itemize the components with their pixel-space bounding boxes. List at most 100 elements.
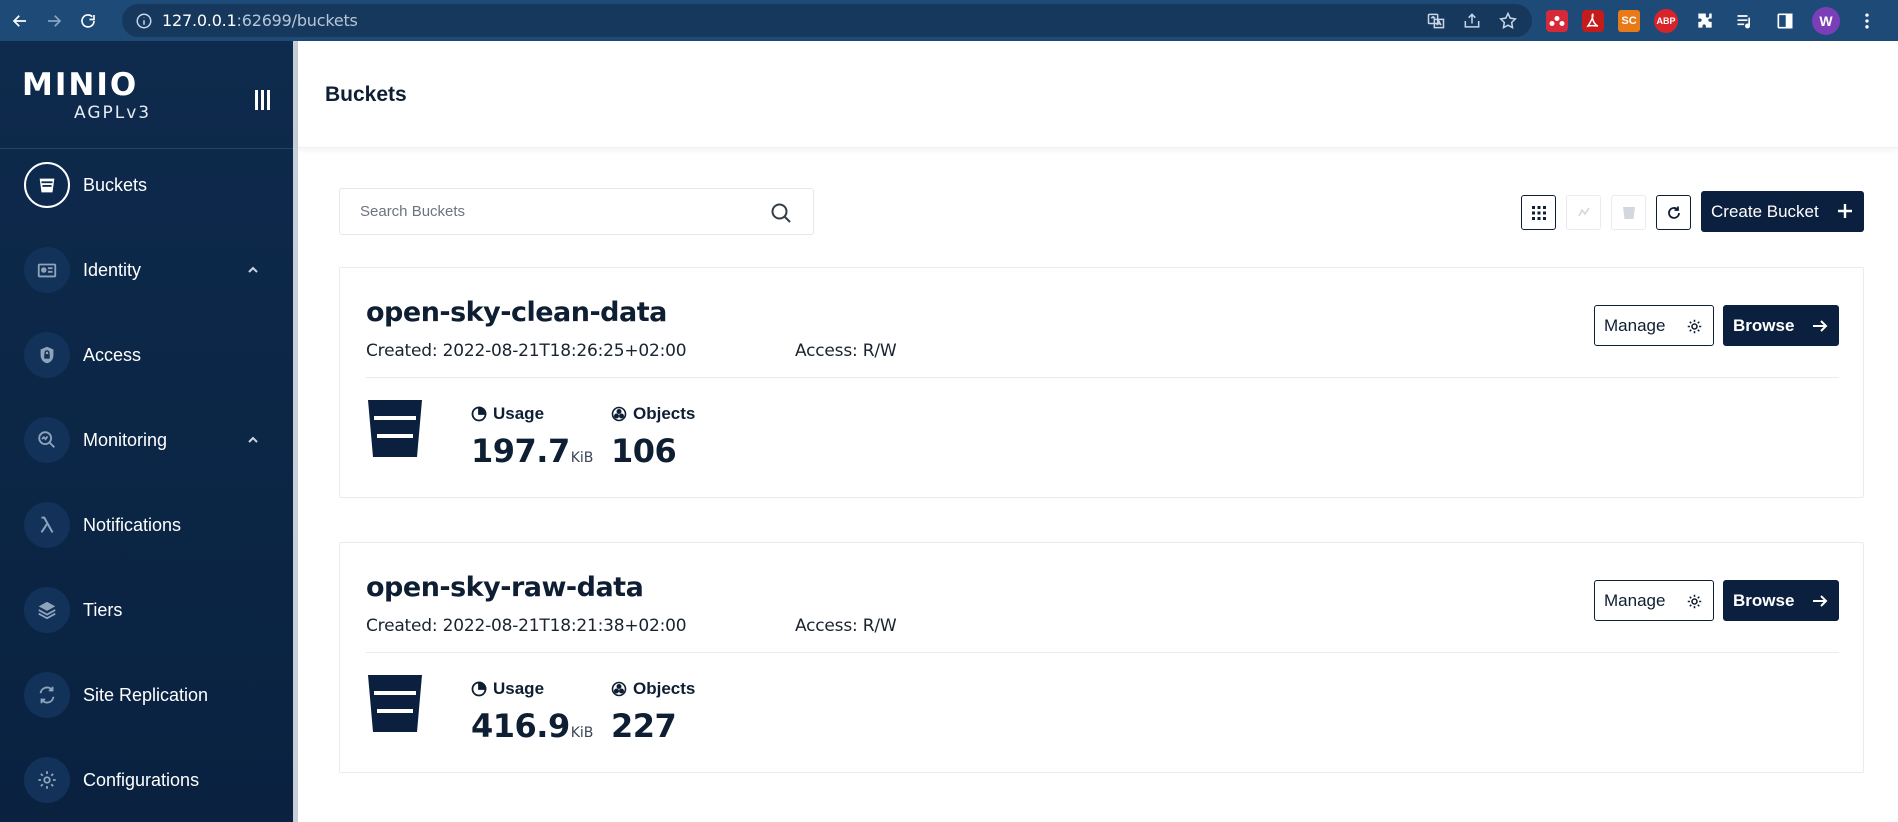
- bucket-icon: [368, 675, 422, 732]
- manage-label: Manage: [1604, 590, 1666, 610]
- reload-icon: [81, 13, 95, 28]
- arrow-left-icon: [12, 14, 26, 27]
- chevron-up-icon[interactable]: [246, 263, 260, 277]
- profile-avatar[interactable]: W: [1812, 7, 1840, 35]
- create-bucket-label: Create Bucket: [1711, 201, 1819, 221]
- card-divider: [366, 652, 1839, 653]
- mendeley-icon[interactable]: [1546, 10, 1568, 32]
- back-button[interactable]: [6, 7, 34, 35]
- usage-label: Usage: [493, 679, 545, 698]
- sidebar-item-site-replication[interactable]: Site Replication: [0, 665, 293, 725]
- layers-icon: [24, 587, 70, 633]
- usage-header: Usage: [471, 404, 593, 424]
- objects-value: 106: [611, 432, 677, 470]
- sidebar-item-monitoring[interactable]: Monitoring: [0, 410, 293, 470]
- extensions-area: SC ABP W: [1546, 7, 1880, 35]
- page-header: Buckets: [298, 41, 1898, 148]
- kebab-menu-icon[interactable]: [1854, 8, 1880, 34]
- sidebar-divider: [0, 148, 293, 149]
- identity-icon: [24, 247, 70, 293]
- grid-icon: [1531, 205, 1546, 220]
- select-multiple-button[interactable]: [1521, 195, 1556, 230]
- site-info-icon[interactable]: [134, 11, 154, 31]
- url-host: 127.0.0.1: [162, 11, 237, 30]
- collapse-bars-icon: [255, 90, 270, 110]
- sidebar-item-label: Site Replication: [83, 684, 209, 705]
- usage-value: 416.9KiB: [471, 707, 593, 745]
- lifecycle-button[interactable]: [1611, 195, 1646, 230]
- replication-icon: [24, 672, 70, 718]
- bucket-icon: [24, 162, 70, 208]
- bucket-created: Created: 2022-08-21T18:21:38+02:00: [366, 616, 687, 636]
- search-icon[interactable]: [769, 201, 793, 225]
- menu-collapse-button[interactable]: [252, 85, 274, 115]
- media-queue-icon[interactable]: [1732, 8, 1758, 34]
- arrow-right-icon: [1813, 320, 1828, 332]
- sidebar-item-buckets[interactable]: Buckets: [0, 155, 293, 215]
- sidebar-item-notifications[interactable]: Notifications: [0, 495, 293, 555]
- usage-unit: KiB: [570, 450, 594, 466]
- arrow-right-icon: [48, 14, 62, 27]
- search-box: [339, 188, 814, 235]
- objects-icon: [611, 406, 627, 422]
- replicate-icon: [1577, 207, 1590, 216]
- monitoring-icon: [24, 417, 70, 463]
- sidebar-item-identity[interactable]: Identity: [0, 240, 293, 300]
- search-input[interactable]: [340, 189, 740, 234]
- reload-button[interactable]: [74, 7, 102, 35]
- sidebar-item-label: Access: [83, 344, 142, 365]
- forward-button[interactable]: [40, 7, 68, 35]
- url-path: :62699/buckets: [236, 11, 358, 30]
- objects-stat: Objects 227: [611, 679, 695, 745]
- usage-label: Usage: [493, 404, 545, 423]
- sidebar-item-configurations[interactable]: Configurations: [0, 750, 293, 810]
- objects-icon: [611, 681, 627, 697]
- browse-button[interactable]: Browse: [1723, 580, 1839, 621]
- bucket-name[interactable]: open-sky-raw-data: [366, 572, 644, 603]
- gear-icon: [24, 757, 70, 803]
- manage-button[interactable]: Manage: [1594, 305, 1714, 346]
- manage-button[interactable]: Manage: [1594, 580, 1714, 621]
- minio-logo: MINIO: [22, 67, 152, 103]
- bucket-card[interactable]: open-sky-raw-data Created: 2022-08-21T18…: [339, 542, 1864, 773]
- address-bar-actions: [1426, 4, 1518, 37]
- usage-number: 197.7: [471, 432, 570, 470]
- sidebar-item-access[interactable]: Access: [0, 325, 293, 385]
- translate-icon[interactable]: [1426, 11, 1446, 31]
- sc-icon[interactable]: SC: [1618, 10, 1640, 32]
- sidebar-item-label: Identity: [83, 259, 142, 280]
- arrow-right-icon: [1813, 595, 1828, 607]
- sidebar-item-tiers[interactable]: Tiers: [0, 580, 293, 640]
- card-divider: [366, 377, 1839, 378]
- objects-header: Objects: [611, 679, 695, 699]
- manage-label: Manage: [1604, 315, 1666, 335]
- puzzle-icon[interactable]: [1692, 8, 1718, 34]
- usage-header: Usage: [471, 679, 593, 699]
- bucket-card[interactable]: open-sky-clean-data Created: 2022-08-21T…: [339, 267, 1864, 498]
- bucket-access: Access: R/W: [795, 616, 897, 636]
- browse-button[interactable]: Browse: [1723, 305, 1839, 346]
- replicate-button[interactable]: [1566, 195, 1601, 230]
- create-bucket-button[interactable]: Create Bucket: [1701, 191, 1864, 232]
- pdf-icon[interactable]: [1582, 10, 1604, 32]
- bucket-name[interactable]: open-sky-clean-data: [366, 297, 667, 328]
- gear-icon: [1687, 594, 1702, 609]
- bucket-stack-icon: [1622, 206, 1635, 219]
- lock-icon: [24, 332, 70, 378]
- sidebar-item-label: Buckets: [83, 174, 148, 195]
- logo-text: MINIO: [22, 67, 139, 103]
- sidepanel-icon[interactable]: [1772, 8, 1798, 34]
- chevron-up-icon[interactable]: [246, 433, 260, 447]
- abp-icon[interactable]: ABP: [1654, 9, 1678, 33]
- objects-value: 227: [611, 707, 677, 745]
- bucket-access: Access: R/W: [795, 341, 897, 361]
- sidebar: MINIO AGPLv3 Buckets Identity Access Mon…: [0, 41, 293, 822]
- share-icon[interactable]: [1462, 11, 1482, 31]
- refresh-button[interactable]: [1656, 195, 1691, 230]
- page-title: Buckets: [325, 83, 407, 106]
- browse-label: Browse: [1733, 315, 1795, 335]
- star-icon[interactable]: [1498, 11, 1518, 31]
- sidebar-scrollbar[interactable]: [293, 41, 298, 822]
- address-bar[interactable]: 127.0.0.1:62699/buckets: [122, 4, 1532, 37]
- pie-chart-icon: [471, 681, 487, 697]
